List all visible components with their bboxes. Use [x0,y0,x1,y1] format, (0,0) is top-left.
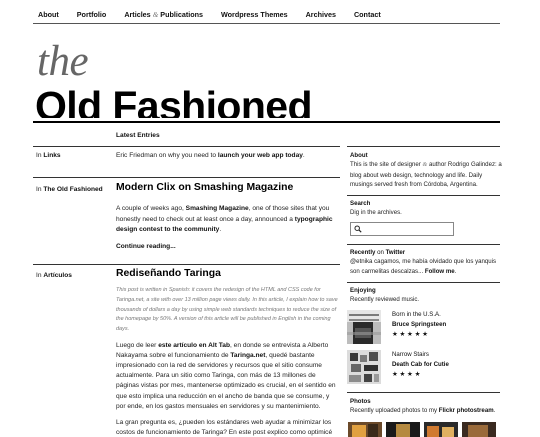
search-subtext: Dig in the archives. [350,209,402,217]
album-info: Narrow Stairs Death Cab for Cutie ★★★★ [392,350,449,380]
latest-entries-heading: Latest Entries [116,132,160,139]
album-info: Born in the U.S.A. Bruce Springsteen ★★★… [392,310,446,340]
sidebar-divider [347,282,500,283]
sidebar-divider [347,392,500,393]
nav-ampersand: & [152,11,159,19]
nav-divider [33,23,500,24]
post-title[interactable]: Modern Clix on Smashing Magazine [116,182,338,194]
photos-subtext-a: Recently uploaded photos to my [350,407,438,415]
entry-category: In Links [36,152,61,159]
link-entry: Eric Friedman on why you need to launch … [116,151,338,161]
top-nav: About Portfolio Articles & Publications … [38,10,500,19]
post-translation-note: This post is written in Spanish: it cove… [116,287,338,332]
twitter-heading-on: on [377,249,384,256]
enjoying-subtext: Recently reviewed music. [350,296,420,304]
post-redisenando-taringa: Rediseñando Taringa This post is written… [116,268,338,437]
post-title[interactable]: Rediseñando Taringa [116,268,338,280]
nav-archives[interactable]: Archives [306,10,336,19]
nav-articles-label: Articles [124,10,151,19]
excerpt-text: A couple of weeks ago, [116,205,184,213]
link-entry-end: . [302,152,305,159]
nav-contact[interactable]: Contact [354,10,381,19]
paragraph-text: Luego de leer [116,341,157,349]
logo-title[interactable]: Old Fashioned [35,86,312,118]
search-icon [354,225,362,233]
sidebar-about: About This is the site of designer & aut… [350,151,502,190]
sidebar-divider [347,195,500,196]
twitter-heading-recently: Recently [350,249,376,256]
sidebar-photos: Photos Recently uploaded photos to my Fl… [350,397,502,416]
photos-subtext: Recently uploaded photos to my Flickr ph… [350,406,502,415]
album-artist: Bruce Springsteen [392,320,447,328]
post-excerpt: A couple of weeks ago, Smashing Magazine… [116,204,338,235]
category-prefix: In [36,186,42,193]
album-artist: Death Cab for Cutie [392,360,449,368]
taringa-link[interactable]: Taringa.net [230,352,265,359]
alt-tab-link[interactable]: este artículo en Alt Tab [158,342,230,349]
tweet-text: @etnika cagamos, me había olvidado que l… [350,258,497,275]
tweet-end: . [454,267,457,275]
latest-tweet: @etnika cagamos, me había olvidado que l… [350,257,502,276]
about-text-a: This is the site of designer [350,161,421,169]
category-link-articulos[interactable]: Artículos [43,272,72,279]
link-entry-text: Eric Friedman on why you need to [116,152,217,159]
post-paragraph: Luego de leer este artículo en Alt Tab , … [116,341,338,413]
enjoying-heading: Enjoying [350,287,376,294]
post-modern-clix: Modern Clix on Smashing Magazine A coupl… [116,182,338,252]
nav-about[interactable]: About [38,10,59,19]
category-prefix: In [36,272,42,279]
masthead-divider [33,121,500,123]
album-title[interactable]: Narrow Stairs [392,350,449,360]
category-prefix: In [36,152,42,159]
sidebar-search: Search Dig in the archives. [350,199,502,218]
search-input[interactable] [350,222,454,236]
category-link-old-fashioned[interactable]: The Old Fashioned [43,186,102,193]
continue-reading-link[interactable]: Continue reading... [116,242,338,252]
excerpt-end: . [219,225,222,233]
sidebar-divider [347,244,500,245]
photo-thumbnail[interactable] [348,422,382,437]
photos-heading: Photos [350,398,371,405]
photo-thumbnail[interactable] [424,422,458,437]
album-title[interactable]: Born in the U.S.A. [392,310,446,320]
about-text: This is the site of designer & author Ro… [350,160,502,189]
search-heading: Search [350,200,371,207]
rating-stars: ★★★★★ [392,330,430,338]
nav-wordpress-themes[interactable]: Wordpress Themes [221,10,288,19]
about-ampersand: & [422,162,428,169]
follow-me-link[interactable]: Follow me [425,268,455,275]
rating-stars: ★★★★ [392,370,423,378]
twitter-heading: Recently on Twitter [350,248,502,257]
entry-category: In Artículos [36,272,72,279]
nav-portfolio[interactable]: Portfolio [77,10,107,19]
entry-category: In The Old Fashioned [36,186,103,193]
flickr-link[interactable]: Flickr photostream [439,407,494,414]
twitter-heading-twitter: Twitter [385,249,406,256]
entry-divider [33,177,340,178]
album-cover-born-in-the-usa[interactable] [347,310,381,344]
nav-articles-publications[interactable]: Articles & Publications [124,10,203,19]
paragraph-text: , quedé bastante impresionado con la red… [116,351,336,410]
photos-subtext-end: . [493,407,496,415]
logo-the[interactable]: the [37,40,89,83]
album-cover-narrow-stairs[interactable] [347,350,381,384]
about-heading: About [350,152,368,159]
sidebar-divider [347,146,500,147]
link-entry-link[interactable]: launch your web app today [218,152,303,159]
nav-publications-label: Publications [160,10,204,19]
sidebar-enjoying: Enjoying Recently reviewed music. [350,286,502,305]
sidebar-twitter: Recently on Twitter @etnika cagamos, me … [350,248,502,276]
smashing-magazine-link[interactable]: Smashing Magazine [186,205,249,212]
post-paragraph: La gran pregunta es, ¿pueden los estánda… [116,419,333,437]
category-link-links[interactable]: Links [43,152,60,159]
photo-thumbnail[interactable] [462,422,496,437]
entry-divider [33,146,340,147]
entry-divider [33,264,340,265]
photo-thumbnail[interactable] [386,422,420,437]
